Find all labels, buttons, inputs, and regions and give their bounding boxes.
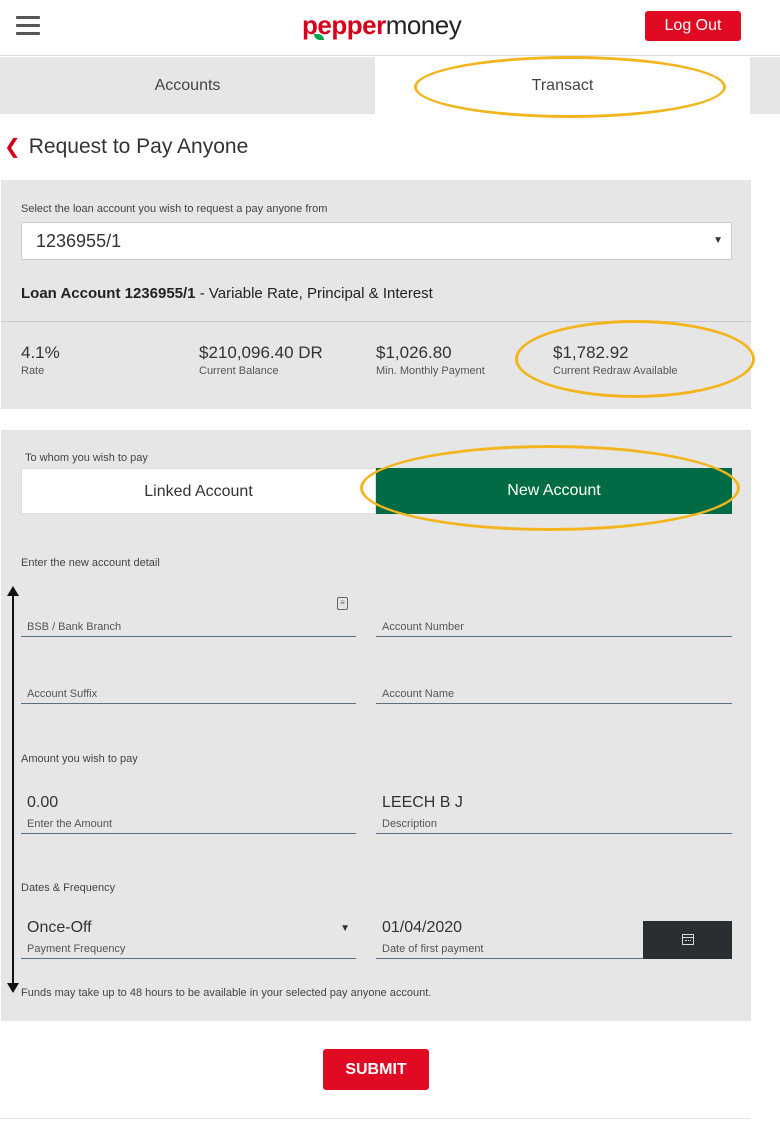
stat-min-payment-label: Min. Monthly Payment [376,365,485,377]
logout-button[interactable]: Log Out [645,11,741,41]
account-number-label: Account Number [382,621,464,633]
stat-min-payment-value: $1,026.80 [376,343,452,362]
loan-account-panel: Select the loan account you wish to requ… [1,180,751,409]
stat-balance-label: Current Balance [199,365,279,377]
calendar-icon [682,934,694,945]
payment-frequency-select[interactable]: Once-Off Payment Frequency ▼ [21,919,356,959]
stat-balance: $210,096.40 DR Current Balance [199,343,323,377]
account-suffix-label: Account Suffix [27,688,98,700]
description-value: LEECH B J [382,794,463,811]
submit-button[interactable]: SUBMIT [323,1049,429,1090]
stat-rate: 4.1% Rate [21,343,60,377]
stat-rate-value: 4.1% [21,343,60,362]
loan-account-select[interactable]: 1236955/1 ▼ [21,222,732,260]
hamburger-menu-icon[interactable] [16,16,40,36]
first-payment-date-field[interactable]: 01/04/2020 Date of first payment [376,919,643,959]
divider [1,321,751,322]
tab-accounts[interactable]: Accounts [0,57,375,114]
pepper-money-logo[interactable]: peppermoney [302,10,462,41]
stat-redraw-value: $1,782.92 [553,343,629,362]
pay-anyone-panel: To whom you wish to pay Linked Account N… [1,430,751,1021]
page-title-text: Request to Pay Anyone [28,135,249,158]
divider [0,1118,750,1119]
calendar-button[interactable] [643,921,732,959]
first-payment-value: 01/04/2020 [382,919,463,936]
whom-to-pay-label: To whom you wish to pay [25,452,148,464]
frequency-label: Payment Frequency [27,943,126,955]
stat-balance-value: $210,096.40 DR [199,343,323,362]
annotation-arrow-line [12,592,14,987]
account-name-label: Account Name [382,688,455,700]
chevron-left-icon[interactable]: ❮ [4,136,21,158]
stat-min-payment: $1,026.80 Min. Monthly Payment [376,343,485,377]
lookup-book-icon[interactable]: ≡ [337,597,348,610]
amount-field[interactable]: 0.00 Enter the Amount [21,794,356,834]
description-label: Description [382,818,438,830]
new-account-toggle[interactable]: New Account [376,468,732,514]
chevron-down-icon: ▼ [713,235,723,246]
loan-account-selected-value: 1236955/1 [36,231,122,251]
tabs-filler [750,57,780,114]
dates-section-label: Dates & Frequency [21,882,116,894]
loan-title-bold: Loan Account 1236955/1 [21,285,196,302]
amount-value: 0.00 [27,794,59,811]
stat-rate-label: Rate [21,365,45,377]
app-header: peppermoney Log Out [0,0,780,56]
logo-money-text: money [385,10,462,40]
annotation-arrow-down-icon [7,983,19,993]
description-field[interactable]: LEECH B J Description [376,794,732,834]
loan-account-title: Loan Account 1236955/1 - Variable Rate, … [21,285,433,302]
account-number-field[interactable]: Account Number [376,597,732,637]
stat-redraw: $1,782.92 Current Redraw Available [553,343,678,377]
page-title: ❮ Request to Pay Anyone [4,134,248,159]
bsb-field[interactable]: BSB / Bank Branch ≡ [21,597,356,637]
amount-section-label: Amount you wish to pay [21,753,138,765]
account-suffix-field[interactable]: Account Suffix [21,664,356,704]
amount-label: Enter the Amount [27,818,112,830]
loan-select-label: Select the loan account you wish to requ… [21,203,328,215]
frequency-value: Once-Off [27,919,92,936]
first-payment-label: Date of first payment [382,943,484,955]
chevron-down-icon: ▼ [340,923,350,934]
new-account-detail-label: Enter the new account detail [21,557,160,569]
linked-account-toggle[interactable]: Linked Account [21,468,376,514]
stat-redraw-label: Current Redraw Available [553,365,678,377]
funds-availability-note: Funds may take up to 48 hours to be avai… [21,987,432,999]
main-tabs: Accounts Transact [0,57,780,114]
bsb-label: BSB / Bank Branch [27,621,122,633]
account-name-field[interactable]: Account Name [376,664,732,704]
tab-transact[interactable]: Transact [375,57,750,114]
loan-title-rest: - Variable Rate, Principal & Interest [199,285,433,302]
